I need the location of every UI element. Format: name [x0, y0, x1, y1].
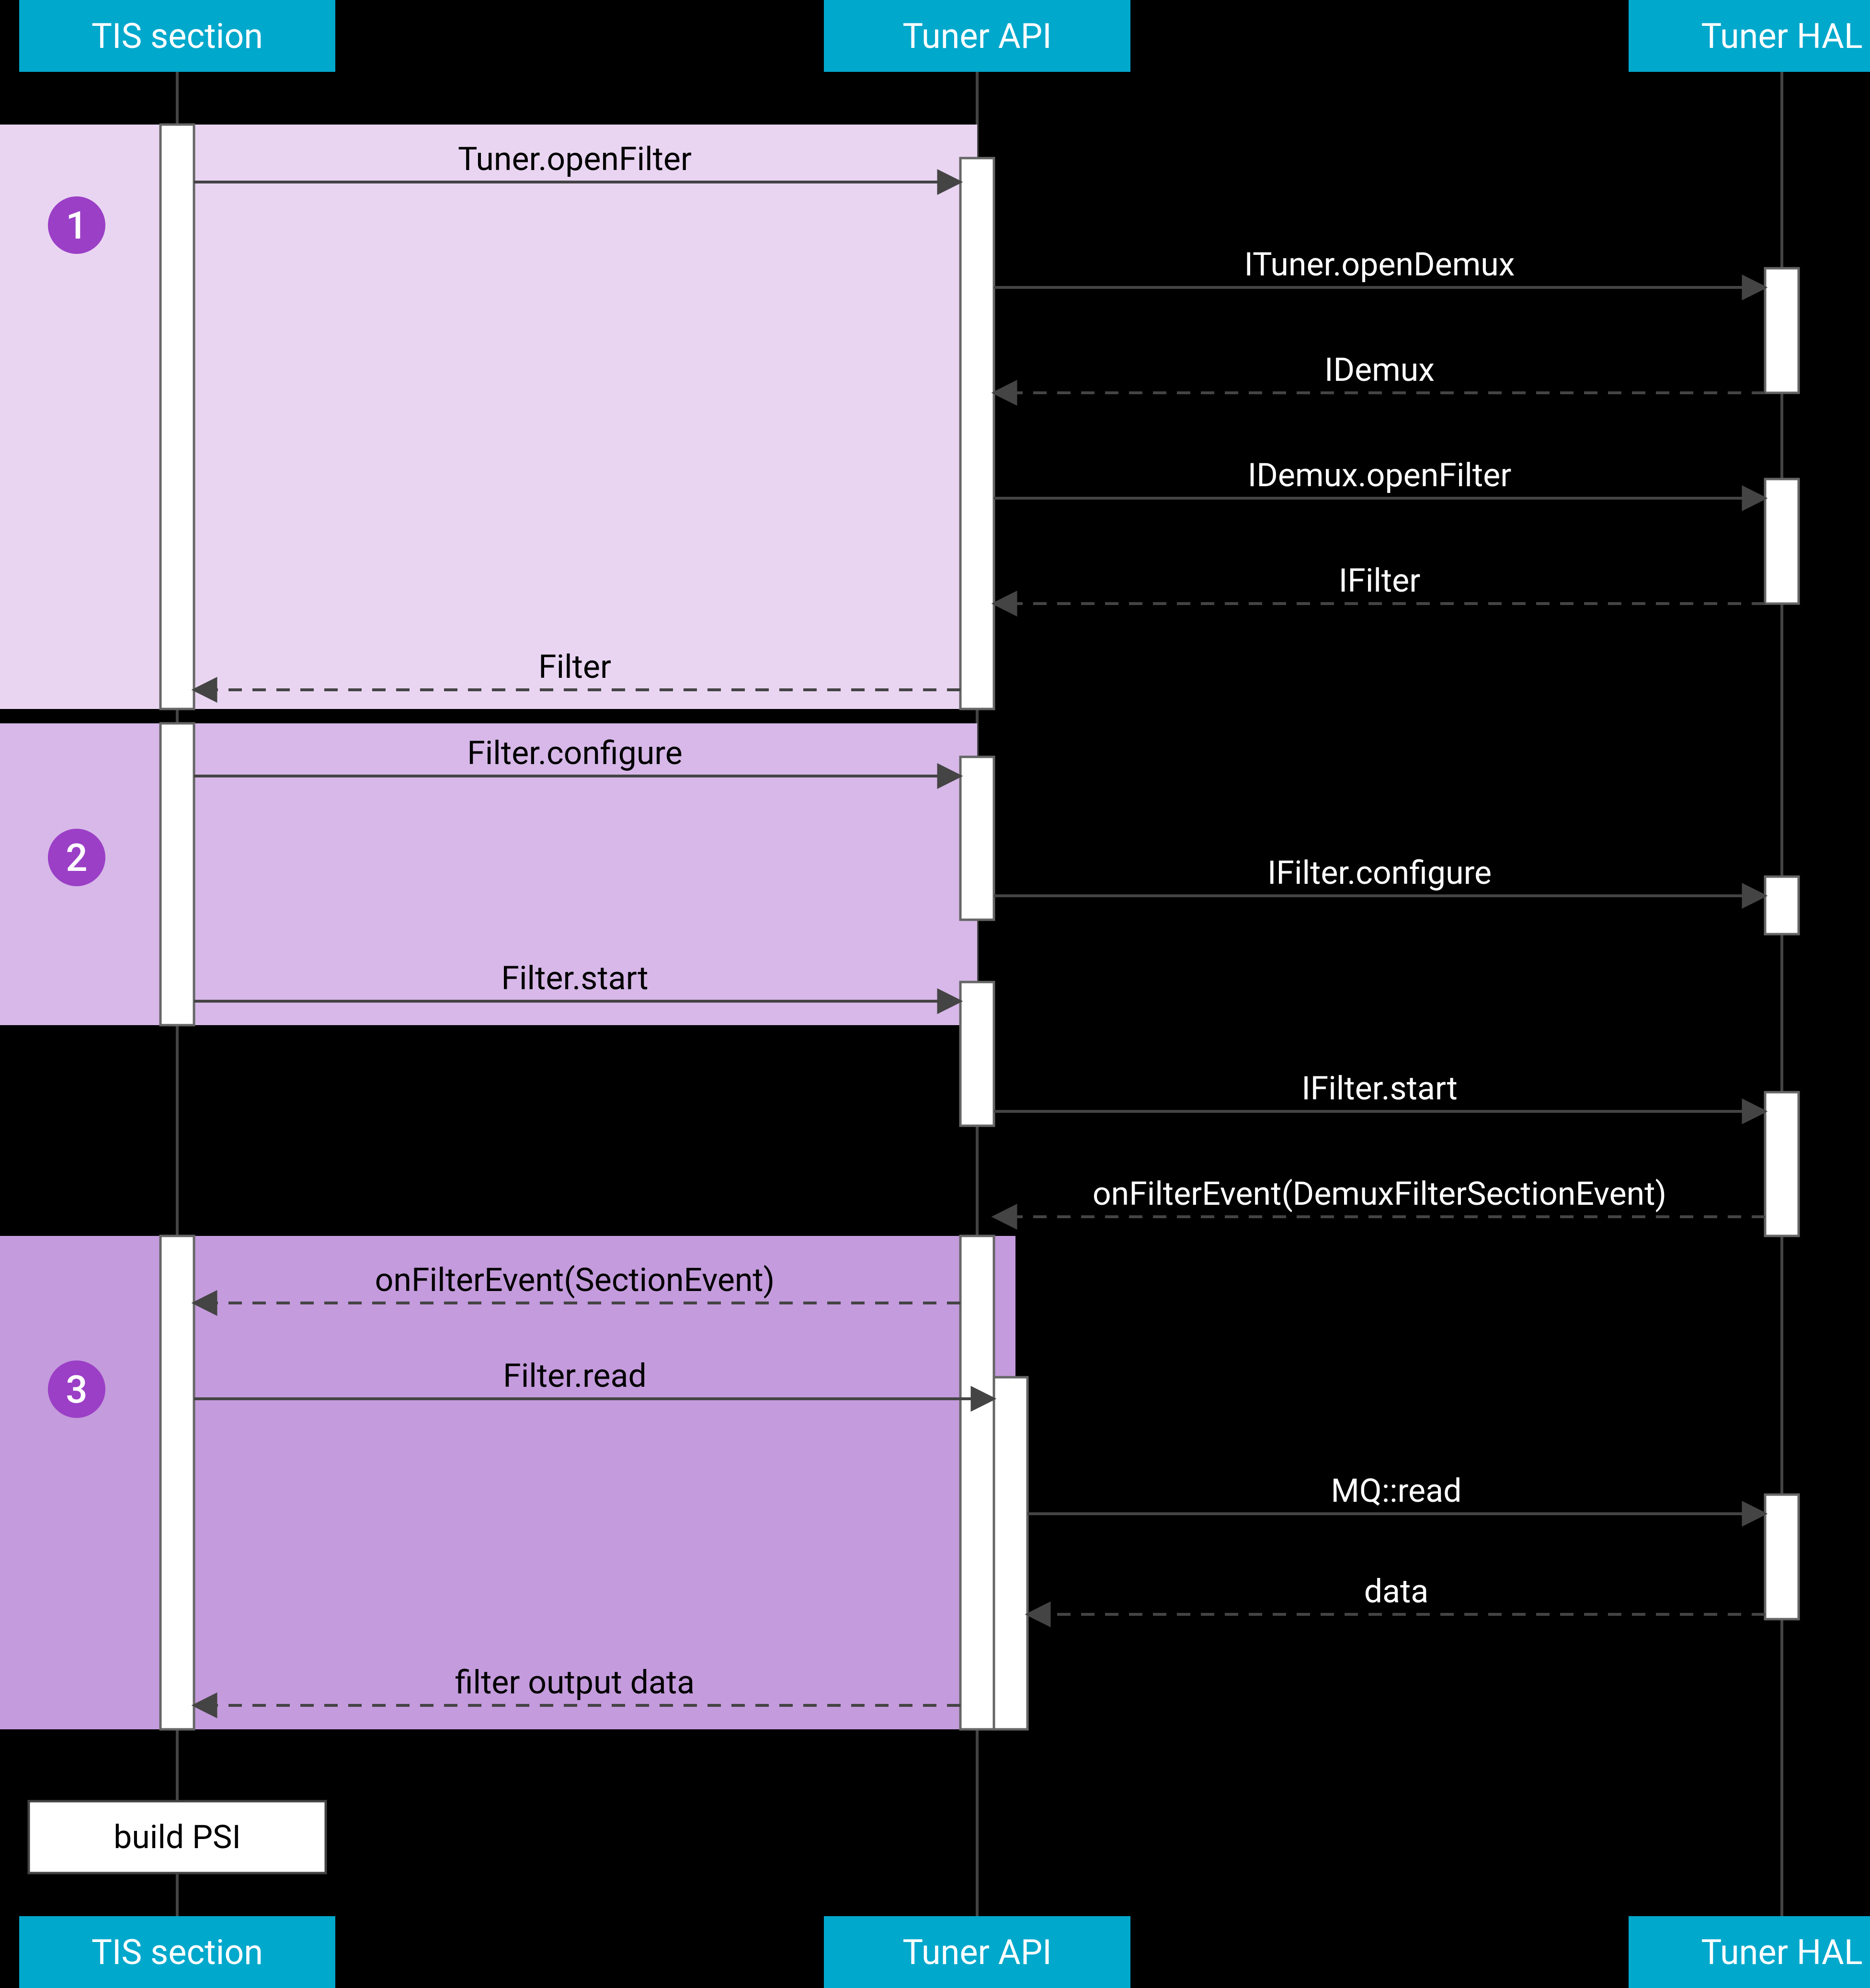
- label-iDemux: IDemux: [1324, 351, 1435, 389]
- lane-footer-hal-label: Tuner HAL: [1701, 1932, 1862, 1973]
- label-iFilterStart: IFilter.start: [1301, 1069, 1458, 1108]
- step-3-number: 3: [66, 1367, 87, 1412]
- label-filterRead: Filter.read: [503, 1357, 647, 1395]
- lane-header-hal-label: Tuner HAL: [1701, 16, 1862, 57]
- step-2-number: 2: [66, 835, 87, 880]
- act-api-1: [960, 158, 994, 709]
- lane-header-tis-label: TIS section: [91, 16, 263, 57]
- act-hal-2b: [1765, 1092, 1799, 1236]
- lane-footer-api-label: Tuner API: [902, 1932, 1051, 1973]
- stage-3-bg: [0, 1236, 1015, 1729]
- act-hal-2a: [1765, 877, 1799, 934]
- sequence-diagram: TIS section Tuner API Tuner HAL TIS sect…: [0, 0, 1870, 1988]
- act-hal-1a: [1765, 268, 1799, 393]
- act-tis-2: [160, 723, 194, 1025]
- label-filterStart: Filter.start: [501, 959, 648, 997]
- label-demuxOpenFilter: IDemux.openFilter: [1248, 456, 1512, 494]
- lane-header-api-label: Tuner API: [902, 16, 1051, 57]
- note-build-psi-label: build PSI: [114, 1818, 241, 1856]
- stage-1-bg: [0, 125, 977, 709]
- label-openDemux: ITuner.openDemux: [1244, 245, 1515, 284]
- label-filterOutput: filter output data: [455, 1663, 695, 1702]
- label-mqData: data: [1364, 1572, 1429, 1611]
- act-api-3: [960, 1236, 994, 1729]
- label-iFilterConfigure: IFilter.configure: [1267, 854, 1492, 892]
- act-api-2b: [960, 982, 994, 1126]
- label-filter-return: Filter: [538, 648, 611, 686]
- act-tis-3: [160, 1236, 194, 1729]
- label-onFilterEventHAL: onFilterEvent(DemuxFilterSectionEvent): [1093, 1175, 1666, 1213]
- step-1-number: 1: [66, 203, 87, 248]
- act-hal-1b: [1765, 479, 1799, 604]
- label-openFilter: Tuner.openFilter: [458, 140, 692, 178]
- label-iFilter: IFilter: [1339, 561, 1421, 600]
- label-onFilterEvent: onFilterEvent(SectionEvent): [375, 1261, 775, 1299]
- act-hal-3: [1765, 1495, 1799, 1619]
- label-filterConfigure: Filter.configure: [467, 734, 683, 772]
- act-api-3b: [994, 1377, 1027, 1729]
- lane-footer-tis-label: TIS section: [91, 1932, 263, 1973]
- label-mqRead: MQ::read: [1331, 1472, 1462, 1510]
- act-tis-1: [160, 125, 194, 709]
- act-api-2a: [960, 757, 994, 920]
